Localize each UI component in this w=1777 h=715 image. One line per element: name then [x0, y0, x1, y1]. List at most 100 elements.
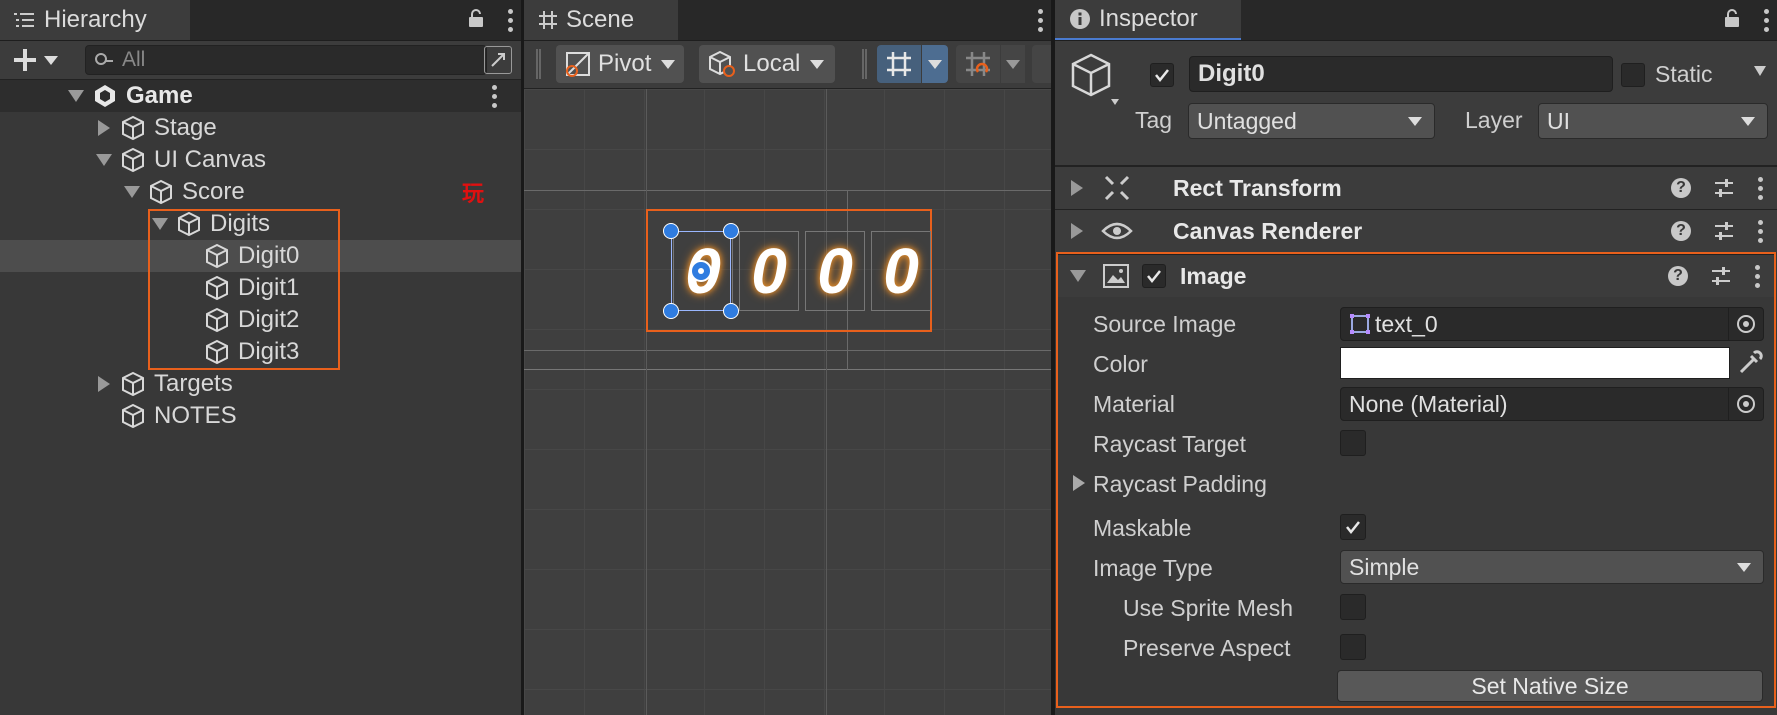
scene-viewport[interactable]: 0 0 0 0	[524, 89, 1051, 715]
menu-kebab-icon[interactable]	[1754, 264, 1760, 288]
increment-snap-toggle[interactable]	[956, 45, 1000, 83]
component-image[interactable]: Image ?	[1058, 254, 1774, 297]
maskable-checkbox[interactable]	[1340, 514, 1366, 540]
create-button[interactable]	[12, 47, 58, 73]
help-icon[interactable]: ?	[1668, 266, 1688, 286]
search-icon	[95, 53, 113, 65]
tab-scene[interactable]: Scene	[524, 0, 678, 40]
list-item[interactable]: Score 玩	[0, 176, 521, 208]
expand-arrow-icon[interactable]	[1070, 270, 1086, 282]
help-icon[interactable]: ?	[1671, 221, 1691, 241]
pivot-dropdown[interactable]: Pivot	[556, 45, 684, 83]
image-enabled-checkbox[interactable]	[1142, 264, 1166, 288]
expand-arrow-icon[interactable]	[98, 120, 110, 136]
tab-actions	[467, 0, 513, 40]
expand-arrow-icon[interactable]	[124, 186, 140, 198]
active-checkbox[interactable]	[1150, 63, 1174, 87]
menu-kebab-icon[interactable]	[1037, 8, 1043, 32]
gameobject-large-icon	[1071, 53, 1119, 105]
color-swatch[interactable]	[1340, 347, 1730, 379]
component-actions: ?	[1671, 167, 1763, 209]
target-picker-icon	[1737, 315, 1755, 333]
material-field[interactable]: None (Material)	[1340, 387, 1764, 421]
list-item[interactable]: Game	[0, 80, 521, 112]
local-dropdown[interactable]: Local	[699, 45, 835, 83]
overflow-toolbar-button[interactable]	[1032, 45, 1051, 83]
layer-dropdown[interactable]: UI	[1538, 103, 1768, 139]
inspector-tabbar: Inspector	[1055, 0, 1777, 41]
gameobject-icon	[148, 179, 174, 205]
chevron-down-icon	[810, 59, 825, 69]
menu-kebab-icon[interactable]	[491, 84, 497, 108]
use-sprite-mesh-checkbox[interactable]	[1340, 594, 1366, 620]
preset-sliders-icon[interactable]	[1710, 265, 1732, 287]
image-icon	[1103, 264, 1129, 288]
grid-snap-toggle[interactable]	[877, 45, 921, 83]
tag-dropdown[interactable]: Untagged	[1188, 103, 1435, 139]
tab-hierarchy[interactable]: Hierarchy	[0, 0, 190, 40]
object-name-field[interactable]: Digit0	[1189, 56, 1613, 92]
search-input[interactable]: All	[85, 45, 487, 75]
object-name-value: Digit0	[1198, 60, 1265, 87]
menu-kebab-icon[interactable]	[1763, 8, 1769, 32]
menu-kebab-icon[interactable]	[1757, 176, 1763, 200]
toolbar-grip	[536, 49, 541, 79]
chevron-down-icon	[1737, 563, 1751, 572]
help-icon[interactable]: ?	[1671, 178, 1691, 198]
hierarchy-panel: Hierarchy All Game Stage UI Canvas Score…	[0, 0, 521, 715]
increment-snap-dropdown[interactable]	[1001, 45, 1025, 83]
tab-inspector[interactable]: Inspector	[1055, 0, 1241, 40]
expand-arrow-icon[interactable]	[98, 376, 110, 392]
target-picker-icon	[1737, 395, 1755, 413]
local-cube-icon	[709, 50, 735, 77]
expand-arrow-icon[interactable]	[1071, 223, 1083, 239]
gameobject-icon	[120, 115, 146, 141]
scene-visibility-button[interactable]	[484, 46, 512, 74]
image-type-dropdown[interactable]: Simple	[1340, 550, 1764, 584]
resize-handle[interactable]	[723, 223, 739, 239]
expand-arrow-icon[interactable]	[68, 90, 84, 102]
component-rect-transform[interactable]: Rect Transform ?	[1055, 166, 1777, 209]
chevron-down-icon[interactable]	[1753, 65, 1767, 77]
list-item[interactable]: Stage	[0, 112, 521, 144]
component-title: Canvas Renderer	[1173, 217, 1363, 244]
resize-handle[interactable]	[723, 303, 739, 319]
hierarchy-toolbar: All	[0, 41, 521, 80]
resize-handle[interactable]	[663, 223, 679, 239]
lock-icon[interactable]	[467, 8, 485, 33]
score-badge: 玩	[462, 181, 485, 206]
gameobject-icon	[120, 371, 146, 397]
digit-sprite[interactable]: 0	[739, 231, 799, 311]
expand-icon	[491, 53, 505, 67]
eyedropper-icon[interactable]	[1737, 350, 1763, 376]
chevron-down-icon	[44, 55, 58, 65]
menu-kebab-icon[interactable]	[507, 8, 513, 32]
tag-label: Tag	[1135, 107, 1173, 133]
list-item[interactable]: Targets	[0, 368, 521, 400]
digit-sprite[interactable]: 0	[805, 231, 865, 311]
grid-snap-dropdown[interactable]	[922, 45, 948, 83]
menu-kebab-icon[interactable]	[1757, 219, 1763, 243]
expand-arrow-icon[interactable]	[96, 154, 112, 166]
expand-arrow-icon[interactable]	[1071, 180, 1083, 196]
chevron-down-icon	[1741, 117, 1755, 126]
component-canvas-renderer[interactable]: Canvas Renderer ?	[1055, 209, 1777, 252]
object-picker-button[interactable]	[1728, 308, 1763, 340]
preset-sliders-icon[interactable]	[1713, 220, 1735, 242]
source-image-label: Source Image	[1093, 311, 1237, 337]
lock-icon[interactable]	[1723, 8, 1741, 33]
list-item[interactable]: NOTES	[0, 400, 521, 432]
pivot-handle-icon[interactable]	[687, 257, 715, 285]
static-checkbox[interactable]	[1621, 63, 1645, 87]
raycast-target-checkbox[interactable]	[1340, 430, 1366, 456]
list-item[interactable]: UI Canvas	[0, 144, 521, 176]
set-native-size-button[interactable]: Set Native Size	[1337, 670, 1763, 702]
pivot-icon	[566, 52, 590, 77]
object-picker-button[interactable]	[1728, 388, 1763, 420]
preset-sliders-icon[interactable]	[1713, 177, 1735, 199]
digit-sprite[interactable]: 0	[871, 231, 931, 311]
expand-arrow-icon[interactable]	[1073, 475, 1085, 491]
preserve-aspect-checkbox[interactable]	[1340, 634, 1366, 660]
source-image-field[interactable]: text_0	[1340, 307, 1764, 341]
resize-handle[interactable]	[663, 303, 679, 319]
